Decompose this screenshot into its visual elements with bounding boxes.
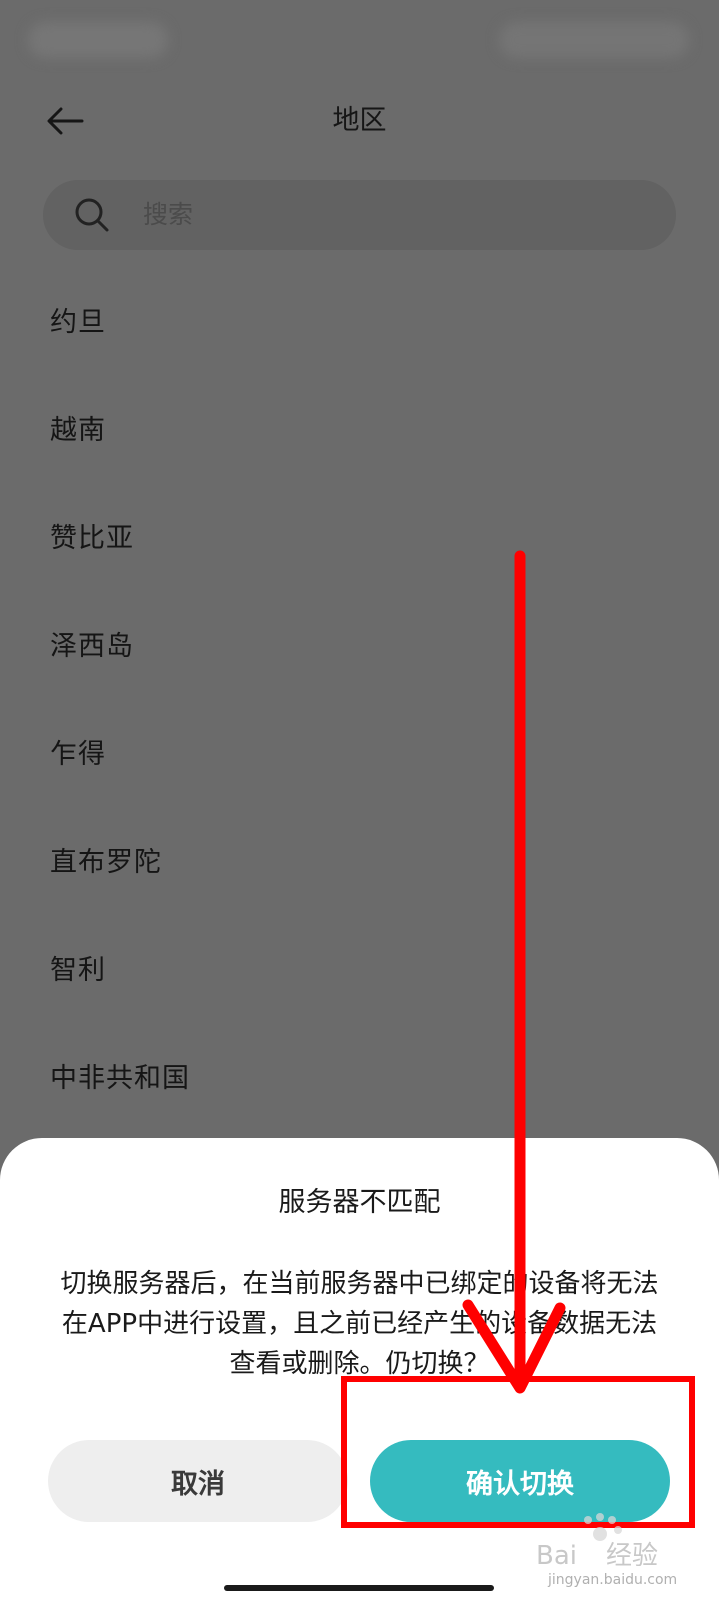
dialog-message: 切换服务器后，在当前服务器中已绑定的设备将无法在APP中进行设置，且之前已经产生… (60, 1269, 659, 1379)
list-item[interactable]: 泽西岛 (0, 594, 719, 702)
svg-text:经验: 经验 (606, 1541, 658, 1571)
status-bar (0, 0, 719, 80)
watermark-url: jingyan.baidu.com (548, 1572, 678, 1588)
region-label: 智利 (50, 955, 106, 986)
region-label: 越南 (50, 415, 106, 446)
status-bar-left-blurred (28, 22, 168, 58)
status-bar-right-blurred (499, 22, 689, 58)
region-label: 赞比亚 (50, 523, 134, 554)
region-label: 中非共和国 (50, 1063, 190, 1094)
confirm-switch-button[interactable]: 确认切换 (370, 1440, 670, 1522)
list-item[interactable]: 智利 (0, 918, 719, 1026)
search-input[interactable] (143, 180, 623, 250)
region-label: 直布罗陀 (50, 847, 162, 878)
header: 地区 (0, 80, 719, 160)
list-item[interactable]: 赞比亚 (0, 486, 719, 594)
list-item[interactable]: 直布罗陀 (0, 810, 719, 918)
region-label: 乍得 (50, 739, 106, 770)
search-icon (75, 198, 109, 232)
page-title: 地区 (332, 105, 387, 136)
list-item[interactable]: 约旦 (0, 270, 719, 378)
dialog-title: 服务器不匹配 (278, 1187, 441, 1218)
list-item[interactable]: 乍得 (0, 702, 719, 810)
region-label: 泽西岛 (50, 631, 134, 662)
region-label: 约旦 (50, 307, 106, 338)
cancel-button[interactable]: 取消 (48, 1440, 348, 1522)
list-item[interactable]: 中非共和国 (0, 1026, 719, 1134)
search-bar[interactable] (43, 180, 676, 250)
svg-text:Bai: Bai (536, 1541, 577, 1571)
home-indicator[interactable] (224, 1585, 494, 1591)
list-item[interactable]: 越南 (0, 378, 719, 486)
region-list: 约旦 越南 赞比亚 泽西岛 乍得 直布罗陀 智利 中非共和国 (0, 270, 719, 1134)
